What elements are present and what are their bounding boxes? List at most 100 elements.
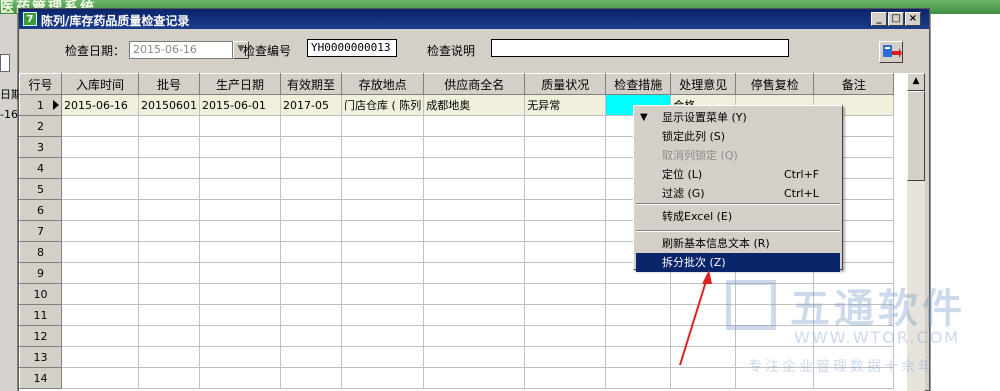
grid-cell[interactable] (280, 178, 342, 200)
menu-item[interactable]: 刷新基本信息文本 (R) (636, 234, 840, 253)
grid-cell[interactable] (61, 199, 139, 221)
grid-cell[interactable]: 2015-06-01 (199, 94, 281, 116)
menu-item[interactable]: 锁定此列 (S) (636, 127, 840, 146)
table-row[interactable]: 14 (19, 367, 895, 389)
grid-cell[interactable] (340, 115, 425, 137)
menu-item[interactable]: 拆分批次 (Z) (636, 253, 840, 272)
row-number[interactable]: 6 (19, 199, 62, 221)
column-header[interactable]: 检查措施 (605, 73, 672, 95)
column-header[interactable]: 供应商全名 (423, 73, 526, 95)
grid-cell[interactable] (340, 136, 425, 158)
grid-cell[interactable] (280, 241, 342, 263)
grid-cell[interactable] (524, 262, 607, 284)
grid-cell[interactable] (735, 346, 815, 368)
maximize-button[interactable]: □ (888, 12, 904, 26)
grid-cell[interactable] (670, 304, 737, 326)
row-number[interactable]: 9 (19, 262, 62, 284)
scroll-up-button[interactable]: ▲ (907, 73, 925, 91)
grid-cell[interactable] (524, 115, 607, 137)
table-row[interactable]: 10 (19, 283, 895, 305)
grid-cell[interactable]: 2017-05 (280, 94, 342, 116)
grid-cell[interactable] (813, 304, 895, 326)
grid-cell[interactable] (280, 262, 342, 284)
grid-cell[interactable] (138, 241, 200, 263)
grid-cell[interactable] (340, 283, 425, 305)
grid-cell[interactable] (61, 115, 139, 137)
grid-cell[interactable] (61, 367, 139, 389)
grid-cell[interactable] (524, 325, 607, 347)
grid-cell[interactable] (423, 325, 526, 347)
grid-cell[interactable] (61, 178, 139, 200)
grid-cell[interactable] (138, 325, 200, 347)
grid-cell[interactable] (813, 325, 895, 347)
grid-cell[interactable] (605, 304, 672, 326)
grid-cell[interactable] (280, 220, 342, 242)
grid-cell[interactable] (605, 346, 672, 368)
grid-cell[interactable] (61, 157, 139, 179)
grid-cell[interactable]: 2015-06-16 (61, 94, 139, 116)
grid-cell[interactable] (199, 367, 281, 389)
grid-cell[interactable] (199, 220, 281, 242)
grid-cell[interactable] (280, 157, 342, 179)
grid-cell[interactable] (340, 157, 425, 179)
grid-cell[interactable] (280, 325, 342, 347)
grid-cell[interactable] (280, 367, 342, 389)
row-number[interactable]: 13 (19, 346, 62, 368)
grid-cell[interactable] (280, 346, 342, 368)
grid-cell[interactable] (138, 283, 200, 305)
menu-item[interactable]: ▼ 显示设置菜单 (Y) (636, 108, 840, 127)
grid-cell[interactable] (280, 199, 342, 221)
grid-cell[interactable] (138, 367, 200, 389)
grid-cell[interactable] (61, 136, 139, 158)
close-button[interactable]: × (905, 12, 921, 26)
grid-cell[interactable] (340, 220, 425, 242)
grid-cell[interactable] (813, 346, 895, 368)
grid-cell[interactable] (524, 220, 607, 242)
grid-cell[interactable] (340, 241, 425, 263)
row-number[interactable]: 12 (19, 325, 62, 347)
grid-cell[interactable] (524, 367, 607, 389)
grid-cell[interactable] (670, 283, 737, 305)
grid-cell[interactable]: 无异常 (524, 94, 607, 116)
row-number[interactable]: 14 (19, 367, 62, 389)
grid-cell[interactable] (340, 346, 425, 368)
grid-cell[interactable] (524, 346, 607, 368)
grid-cell[interactable] (199, 136, 281, 158)
grid-cell[interactable] (280, 115, 342, 137)
grid-cell[interactable] (735, 367, 815, 389)
column-header[interactable]: 备注 (813, 73, 895, 95)
row-number[interactable]: 3 (19, 136, 62, 158)
table-row[interactable]: 13 (19, 346, 895, 368)
table-row[interactable]: 11 (19, 304, 895, 326)
grid-cell[interactable]: 成都地奥 (423, 94, 526, 116)
column-header[interactable]: 生产日期 (199, 73, 281, 95)
column-header[interactable]: 批号 (138, 73, 200, 95)
grid-cell[interactable] (61, 346, 139, 368)
grid-cell[interactable] (423, 304, 526, 326)
grid-cell[interactable] (735, 325, 815, 347)
grid-cell[interactable] (340, 325, 425, 347)
window-titlebar[interactable]: 7 陈列/库存药品质量检查记录 _ □ × (19, 9, 929, 29)
grid-cell[interactable] (199, 304, 281, 326)
menu-item[interactable]: 转成Excel (E) (636, 207, 840, 226)
grid-cell[interactable] (138, 220, 200, 242)
description-field[interactable] (491, 39, 789, 57)
grid-cell[interactable] (199, 241, 281, 263)
grid-cell[interactable] (61, 304, 139, 326)
row-number[interactable]: 8 (19, 241, 62, 263)
code-field[interactable]: YH0000000013 (307, 39, 397, 57)
column-header[interactable]: 处理意见 (670, 73, 737, 95)
grid-cell[interactable] (524, 199, 607, 221)
grid-cell[interactable] (61, 283, 139, 305)
grid-cell[interactable] (524, 241, 607, 263)
row-number[interactable]: 2 (19, 115, 62, 137)
row-number[interactable]: 4 (19, 157, 62, 179)
grid-cell[interactable] (199, 283, 281, 305)
grid-cell[interactable] (340, 178, 425, 200)
grid-cell[interactable] (423, 136, 526, 158)
grid-cell[interactable] (199, 199, 281, 221)
grid-cell[interactable] (423, 283, 526, 305)
grid-cell[interactable] (670, 325, 737, 347)
grid-cell[interactable] (735, 304, 815, 326)
column-header[interactable]: 行号 (19, 73, 62, 95)
